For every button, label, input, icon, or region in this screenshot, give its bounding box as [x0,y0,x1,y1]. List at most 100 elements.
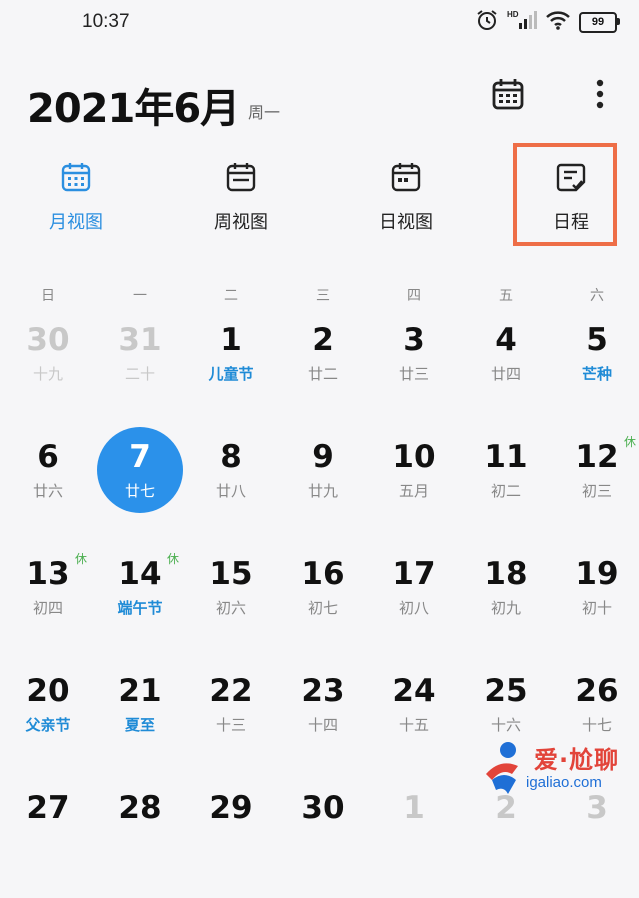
month-view-icon [59,160,93,194]
day-cell[interactable]: 18 初九 [461,554,551,664]
day-cell[interactable]: 31 二十 [95,320,185,430]
week-view-icon [224,160,258,194]
day-cell[interactable]: 23 十四 [278,671,368,781]
day-cell[interactable]: 5 芒种 [552,320,639,430]
tab-month-view[interactable]: 月视图 [16,150,136,245]
day-cell[interactable]: 22 十三 [186,671,276,781]
tab-day-view[interactable]: 日视图 [346,150,466,245]
status-bar: 10:37 HD 99 [0,0,639,44]
day-number: 21 [118,673,162,709]
day-number: 24 [392,673,436,709]
day-cell[interactable]: 14 端午节休 [95,552,185,664]
day-cell[interactable]: 13 初四休 [3,552,93,664]
day-cell[interactable]: 16 初七 [278,554,368,664]
day-number: 25 [484,673,528,709]
day-cell[interactable]: 3 廿三 [369,320,459,430]
day-number: 22 [209,673,253,709]
month-title[interactable]: 2021年6月 [27,76,240,134]
watermark: 爱·尬聊 igaliao.com [478,738,638,804]
day-number: 11 [484,439,528,475]
lunar-date: 初四 [32,599,63,617]
weekday-label: 六 [590,288,604,304]
festival-label: 芒种 [581,365,612,383]
day-number: 26 [575,673,619,709]
day-cell[interactable]: 8 廿八 [186,437,276,547]
lunar-date: 十四 [307,716,338,734]
tab-week-view[interactable]: 周视图 [181,150,301,245]
day-number: 20 [26,673,70,709]
weekday-label: 日 [41,288,55,304]
day-cell[interactable]: 11 初二 [461,437,551,547]
day-number: 1 [220,322,242,358]
lunar-date: 二十 [124,365,155,383]
day-number: 4 [495,322,517,358]
day-number: 3 [403,322,425,358]
holiday-rest-badge: 休 [75,552,88,566]
weekday-label: 四 [407,288,421,304]
lunar-date: 廿四 [490,365,521,383]
lunar-date: 十三 [215,716,246,734]
day-number: 18 [484,556,528,592]
weekday-label: 五 [499,288,513,304]
day-number: 5 [586,322,608,358]
day-number: 28 [118,790,162,826]
lunar-date: 廿七 [124,482,155,500]
hd-label: HD [507,10,519,19]
festival-label: 儿童节 [208,365,254,383]
day-number: 19 [575,556,619,592]
lunar-date: 初九 [490,599,521,617]
day-cell[interactable]: 17 初八 [369,554,459,664]
day-cell[interactable]: 15 初六 [186,554,276,664]
lunar-date: 初十 [581,599,612,617]
day-cell[interactable]: 30 十九 [3,320,93,430]
today-button[interactable] [488,74,528,114]
watermark-url: igaliao.com [526,774,602,791]
day-number: 17 [392,556,436,592]
tab-week-view-label: 周视图 [214,212,268,233]
status-time: 10:37 [82,11,130,32]
day-cell[interactable]: 6 廿六 [3,437,93,547]
day-cell[interactable]: 21 夏至 [95,671,185,781]
day-cell[interactable]: 1 儿童节 [186,320,276,430]
day-number: 30 [301,790,345,826]
highlight-box [513,143,617,246]
more-vertical-icon [596,79,604,109]
lunar-date: 十九 [32,365,63,383]
lunar-date: 廿八 [215,482,246,500]
lunar-date: 廿二 [307,365,338,383]
tab-day-view-label: 日视图 [379,212,433,233]
day-number: 7 [129,439,151,475]
watermark-text: 爱·尬聊 [534,746,620,774]
day-cell[interactable]: 2 廿二 [278,320,368,430]
lunar-date: 廿三 [398,365,429,383]
wifi-icon [545,9,571,35]
lunar-date: 廿六 [32,482,63,500]
more-options-button[interactable] [580,74,620,114]
day-cell-today[interactable]: 7 廿七 [95,427,185,547]
day-cell[interactable]: 20 父亲节 [3,671,93,781]
day-cell[interactable]: 9 廿九 [278,437,368,547]
weekday-label: 三 [316,288,330,304]
day-cell[interactable]: 12 初三休 [552,435,639,547]
day-number: 16 [301,556,345,592]
lunar-date: 廿九 [307,482,338,500]
day-number: 15 [209,556,253,592]
tab-month-view-label: 月视图 [49,212,103,233]
status-icons: HD 99 [475,8,620,36]
festival-label: 夏至 [124,716,155,734]
day-cell[interactable]: 24 十五 [369,671,459,781]
current-weekday: 周一 [248,103,281,122]
lunar-date: 十六 [490,716,521,734]
lunar-date: 初八 [398,599,429,617]
day-cell[interactable]: 10 五月 [369,437,459,547]
lunar-date: 十五 [398,716,429,734]
day-number: 30 [26,322,70,358]
day-cell[interactable]: 4 廿四 [461,320,551,430]
battery-icon: 99 [579,11,620,33]
festival-label: 父亲节 [25,716,71,734]
holiday-rest-badge: 休 [167,552,180,566]
holiday-rest-badge: 休 [624,435,637,449]
lunar-date: 五月 [398,482,429,500]
day-cell[interactable]: 19 初十 [552,554,639,664]
calendar-header: 2021年6月 周一 [0,60,639,140]
